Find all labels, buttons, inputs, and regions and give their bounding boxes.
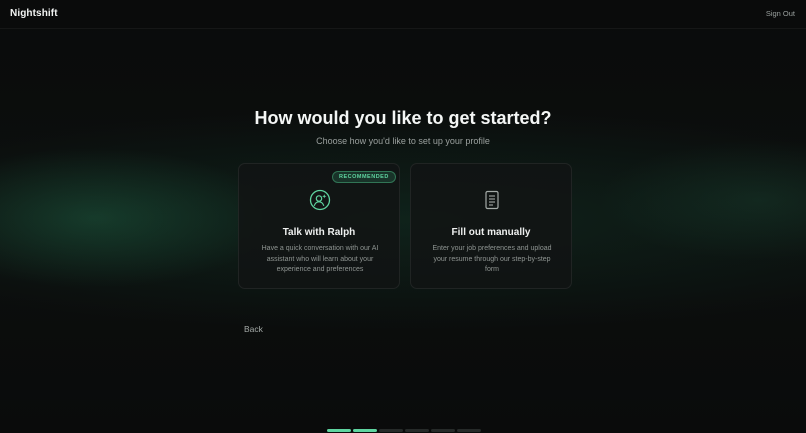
progress-step-2	[353, 429, 377, 432]
ai-assistant-icon	[309, 189, 331, 211]
top-bar: Nightshift Sign Out	[0, 0, 806, 29]
progress-step-1	[327, 429, 351, 432]
progress-step-3	[379, 429, 403, 432]
page-title: How would you like to get started?	[254, 108, 552, 128]
option-title: Talk with Ralph	[282, 227, 356, 238]
option-card-fill-out-manually[interactable]: Fill out manually Enter your job prefere…	[410, 163, 572, 289]
page-subtitle: Choose how you'd like to set up your pro…	[316, 136, 490, 146]
progress-step-5	[431, 429, 455, 432]
document-icon	[485, 190, 499, 210]
option-description: Have a quick conversation with our AI as…	[261, 245, 379, 273]
recommended-badge: RECOMMENDED	[332, 171, 396, 183]
brand-logo[interactable]: Nightshift	[10, 8, 58, 19]
onboarding-page: Nightshift Sign Out How would you like t…	[0, 0, 806, 433]
back-button[interactable]: Back	[244, 324, 263, 334]
option-title: Fill out manually	[451, 227, 531, 238]
progress-step-6	[457, 429, 481, 432]
option-description: Enter your job preferences and upload yo…	[432, 245, 552, 273]
progress-step-4	[405, 429, 429, 432]
step-progress-indicator	[327, 429, 481, 432]
sign-out-link[interactable]: Sign Out	[766, 9, 795, 18]
option-card-talk-with-ralph[interactable]: RECOMMENDED Talk with Ralph Have a quick…	[238, 163, 400, 289]
